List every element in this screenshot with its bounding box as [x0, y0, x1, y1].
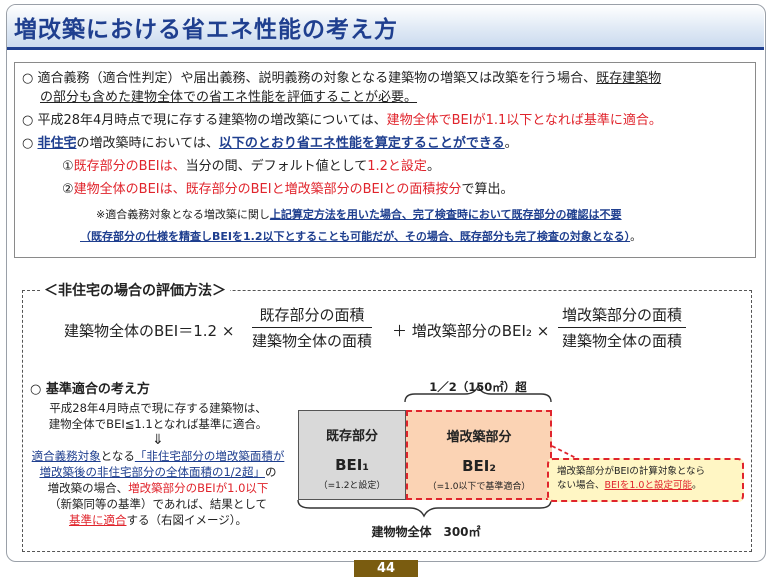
- existing-bei-note: （=1.2と設定）: [318, 481, 386, 491]
- extension-bei-note: （=1.0以下で基準適合）: [427, 482, 531, 492]
- callout-text: 増改築部分がBEIの計算対象となら: [557, 466, 706, 477]
- total-area-label: 建物物全体 300㎡: [371, 525, 481, 539]
- existing-part-label: 既存部分: [325, 429, 378, 444]
- extension-bei-label: BEI₂: [462, 457, 496, 475]
- callout-text: ない場合、BEIを1.0と設定可能。: [557, 479, 734, 493]
- callout-box: 増改築部分がBEIの計算対象となら ない場合、BEIを1.0と設定可能。: [547, 458, 744, 502]
- top-area-label: 1／2（150㎡）超: [429, 380, 527, 394]
- extension-part-label: 増改築部分: [446, 430, 512, 445]
- callout-plain: 。: [691, 480, 702, 491]
- existing-part-block: 既存部分 BEI₁ （=1.2と設定）: [298, 410, 406, 500]
- callout-plain: ない場合、: [557, 480, 605, 491]
- existing-bei-label: BEI₁: [335, 456, 369, 474]
- callout-emphasis: BEIを1.0と設定可能: [604, 480, 692, 491]
- extension-part-block: 増改築部分 BEI₂ （=1.0以下で基準適合）: [406, 410, 552, 500]
- page-number: 44: [354, 560, 418, 577]
- bottom-brace: [297, 499, 552, 518]
